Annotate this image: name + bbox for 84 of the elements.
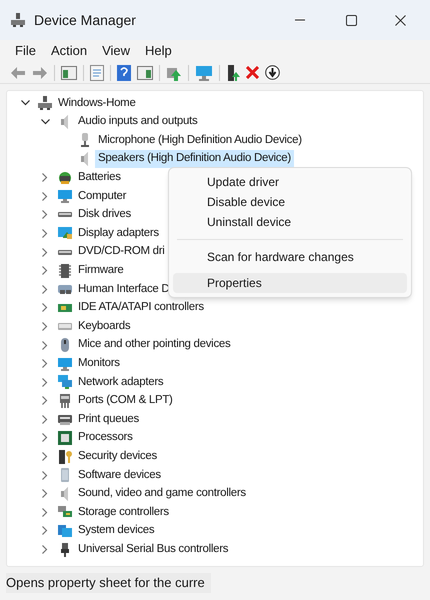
chevron-right-icon[interactable] xyxy=(42,228,48,238)
chevron-right-icon[interactable] xyxy=(42,508,48,517)
tree-item[interactable]: Print queues xyxy=(75,410,142,428)
menu-item[interactable]: Action xyxy=(44,41,94,61)
status-text: Opens property sheet for the curre xyxy=(6,573,211,593)
tree-item[interactable]: Speakers (High Definition Audio Device) xyxy=(95,150,294,168)
context-menu-item[interactable]: Scan for hardware changes xyxy=(173,247,407,267)
processor-icon xyxy=(57,430,73,446)
tree-item[interactable]: DVD/CD-ROM dri xyxy=(75,243,168,261)
menu-item[interactable]: Help xyxy=(138,41,179,61)
tree-item[interactable]: Ports (COM & LPT) xyxy=(75,392,176,410)
tree-item[interactable]: Audio inputs and outputs xyxy=(75,113,200,131)
add-device-icon[interactable] xyxy=(226,64,240,80)
tree-item[interactable]: Firmware xyxy=(75,262,127,280)
chevron-down-icon[interactable] xyxy=(40,118,50,125)
tree-item[interactable]: Mice and other pointing devices xyxy=(75,336,234,354)
monitor-icon[interactable] xyxy=(195,64,213,80)
close-icon[interactable] xyxy=(395,14,406,26)
tree-item[interactable]: Keyboards xyxy=(75,318,134,336)
chevron-right-icon[interactable] xyxy=(42,414,48,424)
chevron-right-icon[interactable] xyxy=(42,359,48,368)
key-lock-icon xyxy=(57,448,73,465)
tree-item[interactable]: Batteries xyxy=(75,169,124,186)
monitor-icon xyxy=(57,188,73,204)
download-icon[interactable] xyxy=(265,65,280,80)
tree-item[interactable]: System devices xyxy=(75,522,158,540)
tree-item[interactable]: Windows-Home xyxy=(55,94,139,112)
menu-item[interactable]: View xyxy=(95,41,138,61)
tree-item[interactable]: Disk drives xyxy=(75,206,134,224)
chevron-right-icon[interactable] xyxy=(42,192,48,201)
tree-item[interactable]: Processors xyxy=(75,429,136,447)
tree-item[interactable]: Network adapters xyxy=(75,374,166,391)
drive-icon xyxy=(57,248,73,256)
tree-item[interactable]: Sound, video and game controllers xyxy=(75,485,249,502)
chevron-right-icon[interactable] xyxy=(42,173,48,182)
tree-item[interactable]: Software devices xyxy=(75,466,164,484)
chevron-down-icon[interactable] xyxy=(20,100,30,106)
tree-item[interactable]: Universal Serial Bus controllers xyxy=(75,540,232,558)
chevron-right-icon[interactable] xyxy=(42,340,48,350)
chevron-right-icon[interactable] xyxy=(42,526,48,536)
port-icon xyxy=(57,392,73,409)
chevron-right-icon[interactable] xyxy=(42,545,48,554)
chevron-right-icon[interactable] xyxy=(42,303,48,312)
drive-icon xyxy=(57,211,73,218)
chevron-right-icon[interactable] xyxy=(42,266,48,276)
chevron-right-icon[interactable] xyxy=(42,470,48,480)
chevron-right-icon[interactable] xyxy=(42,433,48,442)
document-icon[interactable] xyxy=(90,64,104,80)
back-arrow-icon[interactable] xyxy=(10,66,26,80)
chevron-right-icon[interactable] xyxy=(42,489,48,498)
battery-icon xyxy=(57,170,73,186)
context-menu-item[interactable]: Uninstall device xyxy=(173,212,407,232)
chevron-right-icon[interactable] xyxy=(42,452,48,462)
chevron-right-icon[interactable] xyxy=(42,396,48,406)
tree-item[interactable]: Microphone (High Definition Audio Device) xyxy=(95,132,305,150)
window-title: Device Manager xyxy=(34,10,136,30)
tree-item[interactable]: IDE ATA/ATAPI controllers xyxy=(75,299,207,316)
system-icon xyxy=(57,522,73,539)
chevron-right-icon[interactable] xyxy=(42,378,48,387)
maximize-icon[interactable] xyxy=(346,14,357,26)
forward-arrow-icon[interactable] xyxy=(32,66,48,80)
menu-item[interactable]: File xyxy=(8,41,43,61)
delete-icon[interactable] xyxy=(246,66,259,79)
chevron-right-icon[interactable] xyxy=(42,284,48,294)
display-icon xyxy=(57,225,73,242)
chevron-right-icon[interactable] xyxy=(42,322,48,331)
tree-item[interactable]: Display adapters xyxy=(75,224,162,242)
tree-item[interactable]: Computer xyxy=(75,188,130,205)
tree-item[interactable]: Storage controllers xyxy=(75,504,172,521)
chevron-right-icon[interactable] xyxy=(42,210,48,220)
computer-icon xyxy=(37,95,53,112)
app-icon xyxy=(10,12,26,28)
panel-icon[interactable] xyxy=(137,66,153,80)
context-menu-item[interactable]: Properties xyxy=(173,273,407,293)
monitor-icon xyxy=(57,356,73,372)
tree-item[interactable]: Security devices xyxy=(75,448,160,466)
tree-item[interactable]: Monitors xyxy=(75,354,123,372)
context-menu-item[interactable]: Disable device xyxy=(173,192,407,212)
chevron-right-icon[interactable] xyxy=(42,248,48,257)
help-icon[interactable] xyxy=(117,64,131,80)
panel-icon[interactable] xyxy=(61,66,77,80)
network-icon xyxy=(57,374,73,390)
context-menu-item[interactable]: Update driver xyxy=(173,172,407,192)
chip-icon xyxy=(57,262,73,279)
